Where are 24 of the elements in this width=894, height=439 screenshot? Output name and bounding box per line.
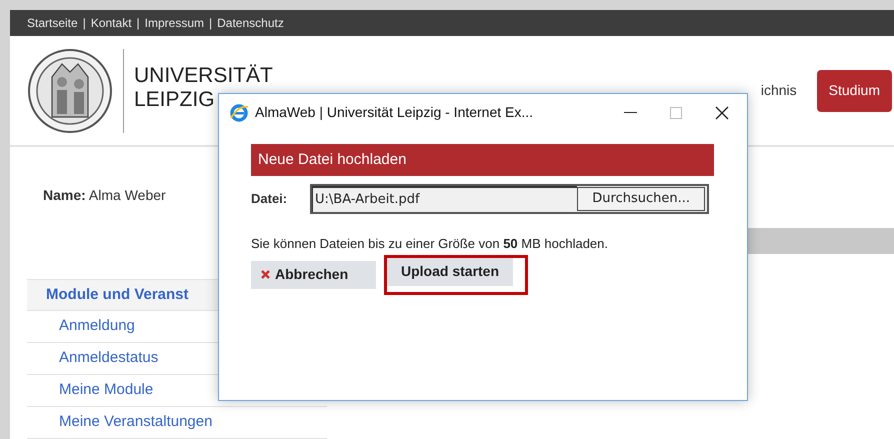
wordmark-line: LEIPZIG <box>134 88 215 112</box>
dialog-header: Neue Datei hochladen <box>251 144 714 176</box>
nav-link[interactable]: ichnis <box>760 80 797 102</box>
top-link[interactable]: Kontakt <box>90 14 132 32</box>
user-name: Name: Alma Weber <box>43 186 166 205</box>
cross-icon <box>261 270 270 279</box>
link-separator: | <box>136 15 140 32</box>
file-path-field[interactable]: U:\BA-Arbeit.pdf <box>312 186 578 212</box>
file-label: Datei: <box>251 190 288 208</box>
top-link[interactable]: Startseite <box>27 14 78 32</box>
size-limit-note: Sie können Dateien bis zu einer Größe von 50 MB hochladen. <box>251 235 610 253</box>
close-icon <box>715 106 729 120</box>
window-title: AlmaWeb | Universität Leipzig - Internet Ex... <box>255 103 534 122</box>
top-link[interactable]: Datenschutz <box>217 14 284 32</box>
wordmark-line: UNIVERSITÄT <box>134 64 273 88</box>
browse-button[interactable]: Durchsuchen... <box>577 187 705 211</box>
studium-button[interactable]: Studium <box>816 70 892 112</box>
browser-e-icon <box>229 102 249 122</box>
link-separator: | <box>209 15 212 32</box>
upload-button[interactable]: Upload starten <box>387 258 514 286</box>
cancel-button[interactable]: Abbrechen <box>251 260 376 288</box>
top-link[interactable]: Impressum <box>144 14 204 32</box>
link-separator: | <box>82 15 86 32</box>
sidebar-item[interactable]: Meine Veranstaltungen <box>27 407 327 439</box>
